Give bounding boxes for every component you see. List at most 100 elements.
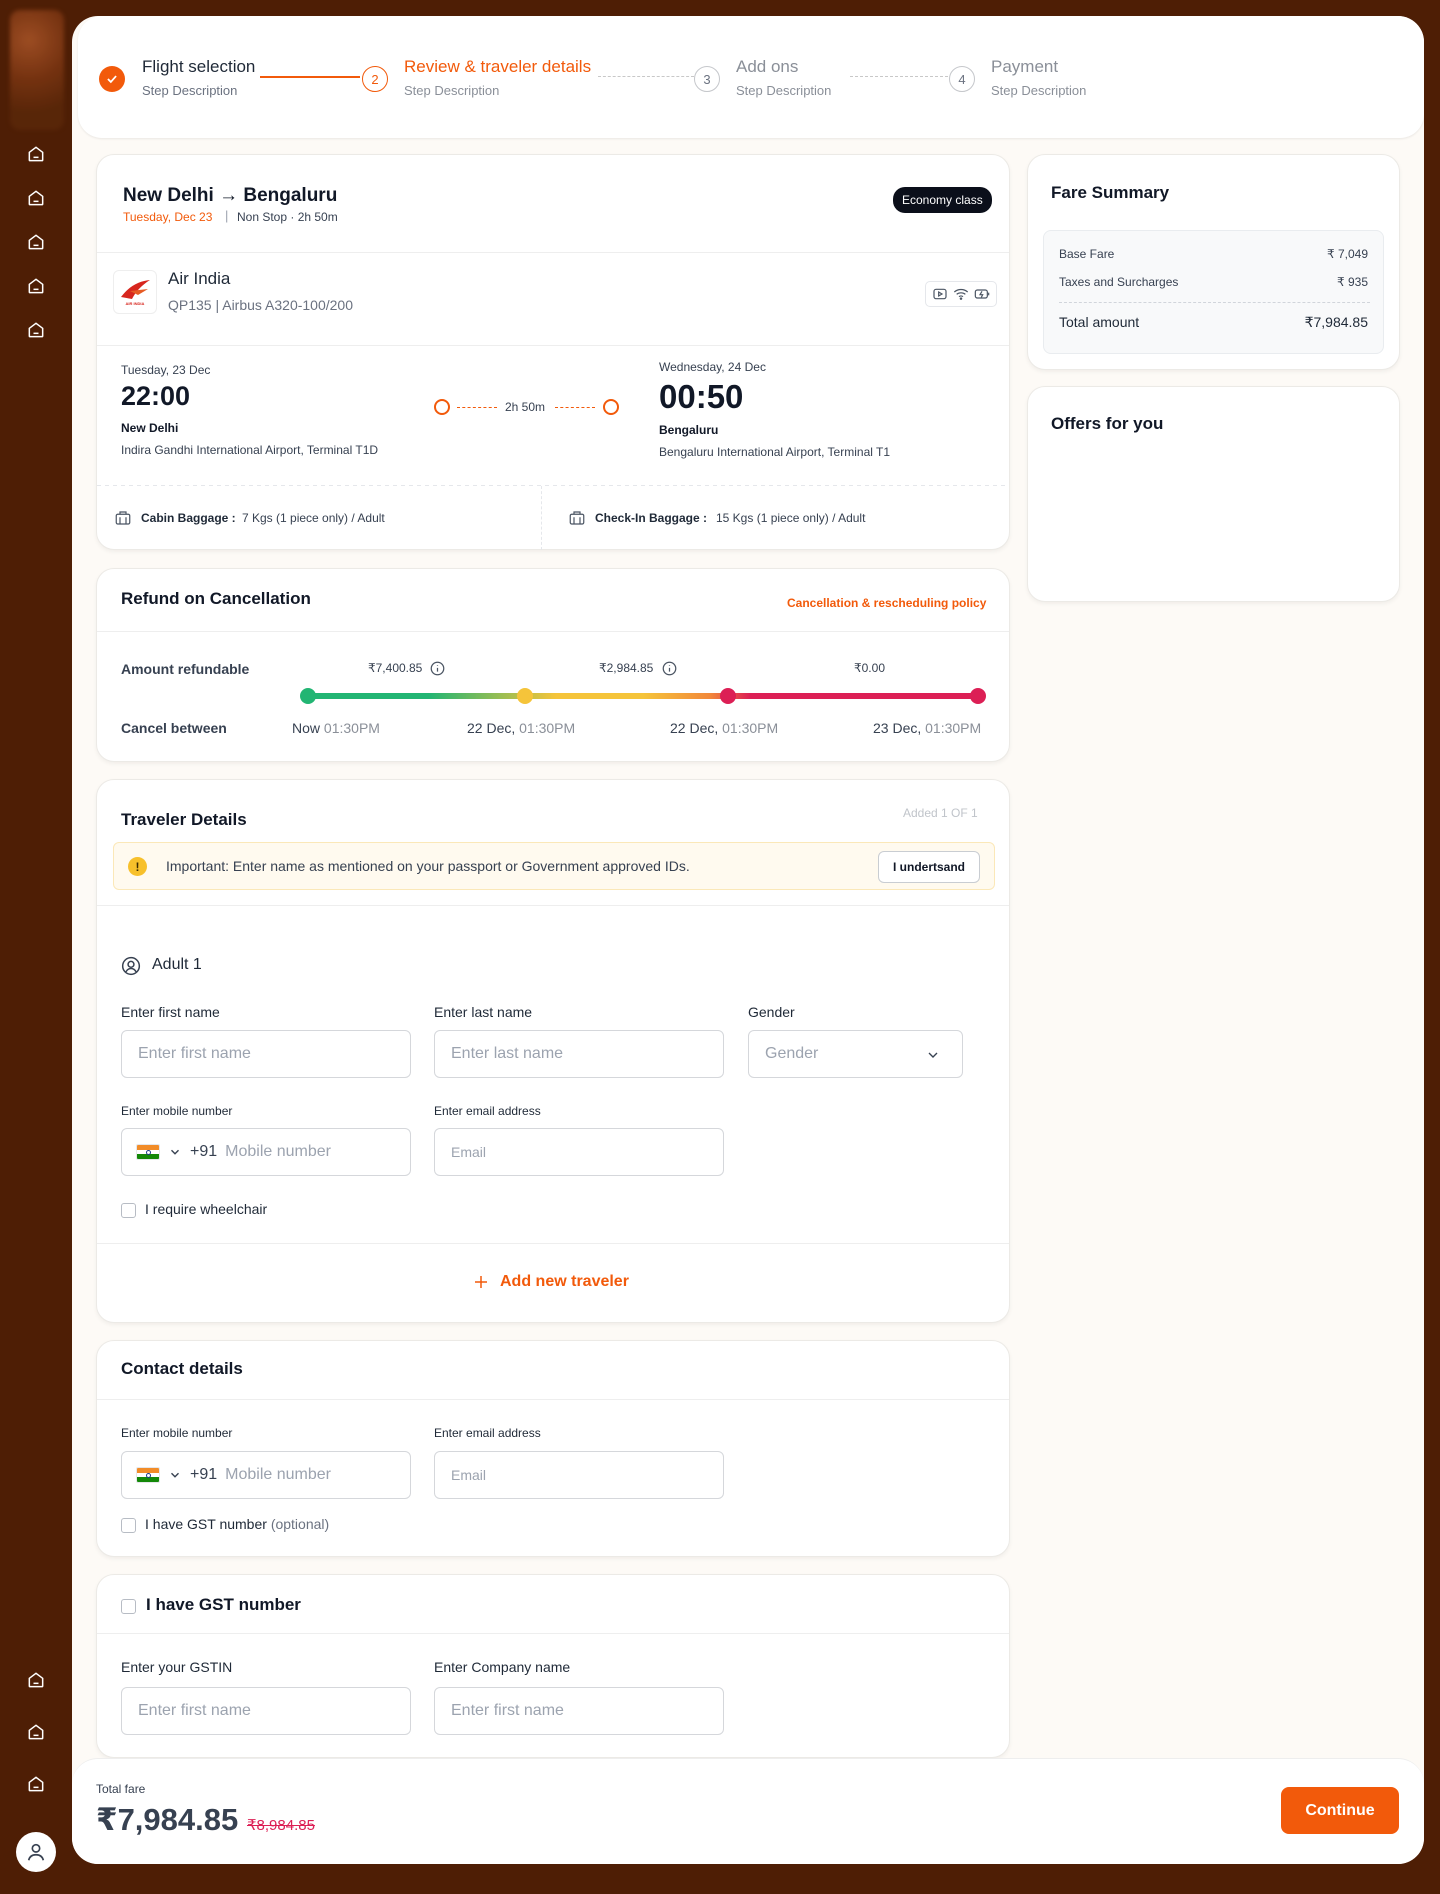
step-connector-done [260, 76, 360, 78]
checkin-baggage-label: Check-In Baggage : [595, 511, 708, 525]
departure-city: New Delhi [121, 421, 179, 435]
divider [97, 1633, 1009, 1634]
contact-mobile-label: Enter mobile number [121, 1426, 233, 1440]
wheelchair-label: I require wheelchair [145, 1201, 268, 1217]
country-code: +91 [190, 1466, 218, 1483]
plus-icon [475, 1276, 487, 1288]
notice-text: Important: Enter name as mentioned on yo… [166, 858, 690, 874]
step-3-title[interactable]: Add ons [736, 57, 798, 77]
cabin-baggage-value: 7 Kgs (1 piece only) / Adult [242, 511, 385, 525]
understand-button[interactable]: I undertsand [878, 851, 980, 883]
email-input[interactable]: Email [434, 1128, 724, 1176]
traveler-details-card: Traveler Details Added 1 OF 1 ! Importan… [96, 779, 1010, 1323]
checkin-baggage-value: 15 Kgs (1 piece only) / Adult [716, 511, 866, 525]
chevron-down-icon[interactable] [168, 1145, 182, 1159]
last-name-input[interactable]: Enter last name [434, 1030, 724, 1078]
departure-airport: Indira Gandhi International Airport, Ter… [121, 443, 379, 457]
home-icon[interactable] [25, 1669, 47, 1691]
class-badge: Economy class [893, 187, 992, 213]
added-count: Added 1 OF 1 [903, 806, 978, 820]
home-icon[interactable] [25, 187, 47, 209]
india-flag-icon[interactable] [136, 1467, 160, 1483]
cancel-time-4: 23 Dec, 01:30PM [873, 720, 982, 736]
first-name-label: Enter first name [121, 1004, 220, 1020]
refund-timeline-bar [308, 693, 978, 699]
wheelchair-checkbox[interactable] [121, 1203, 136, 1218]
booking-app: Flight selection Step Description 2 Revi… [72, 16, 1424, 1864]
stops-duration: Non Stop · 2h 50m [237, 210, 338, 224]
gstin-input[interactable]: Enter first name [121, 1687, 411, 1735]
add-traveler-button[interactable]: Add new traveler [472, 1273, 629, 1291]
timeline-dot [517, 688, 533, 704]
info-icon[interactable] [430, 661, 445, 676]
gst-title: I have GST number [146, 1595, 301, 1614]
airline-logo: AIR INDIA [113, 270, 157, 314]
continue-button[interactable]: Continue [1281, 1787, 1399, 1834]
checkin-baggage-icon [569, 511, 585, 525]
step-connector [850, 76, 948, 77]
base-fare-label: Base Fare [1059, 247, 1115, 261]
media-icon [933, 288, 947, 300]
arrival-city: Bengaluru [659, 423, 719, 437]
info-icon[interactable] [662, 661, 677, 676]
contact-title: Contact details [121, 1359, 243, 1378]
cancellation-policy-link[interactable]: Cancellation & rescheduling policy [787, 596, 986, 610]
departure-date: Tuesday, 23 Dec [121, 363, 211, 377]
step-1-title[interactable]: Flight selection [142, 57, 255, 77]
flight-details-card: New Delhi → Bengaluru Tuesday, Dec 23 | … [96, 154, 1010, 550]
separator: | [225, 208, 229, 223]
step-2-description: Step Description [404, 83, 500, 98]
user-avatar[interactable] [16, 1832, 56, 1872]
destination-marker [603, 399, 619, 415]
step-4-title[interactable]: Payment [991, 57, 1058, 77]
wifi-icon [953, 288, 969, 300]
mobile-label: Enter mobile number [121, 1104, 233, 1118]
step-3-description: Step Description [736, 83, 832, 98]
mobile-placeholder: Mobile number [225, 1466, 331, 1483]
divider [97, 1243, 1009, 1244]
step-2-title[interactable]: Review & traveler details [404, 57, 591, 77]
contact-email-input[interactable]: Email [434, 1451, 724, 1499]
user-circle-icon [121, 956, 141, 976]
cancel-between-label: Cancel between [121, 720, 227, 736]
sidebar [0, 0, 72, 1894]
amenities [925, 281, 997, 307]
step-connector [598, 76, 694, 77]
gst-section-checkbox[interactable] [121, 1599, 136, 1614]
base-fare-value: ₹ 7,049 [1327, 247, 1368, 261]
refund-title: Refund on Cancellation [121, 589, 311, 608]
company-name-label: Enter Company name [434, 1659, 571, 1675]
total-fare-label: Total fare [96, 1782, 146, 1796]
cabin-baggage-label: Cabin Baggage : [141, 511, 236, 525]
home-icon[interactable] [25, 275, 47, 297]
taxes-label: Taxes and Surcharges [1059, 275, 1179, 289]
india-flag-icon[interactable] [136, 1144, 160, 1160]
home-icon[interactable] [25, 143, 47, 165]
duration-line [457, 407, 497, 408]
mobile-input[interactable]: +91 Mobile number [121, 1128, 411, 1176]
step-3-number: 3 [694, 66, 720, 92]
offers-title: Offers for you [1051, 414, 1164, 433]
home-icon[interactable] [25, 319, 47, 341]
cancel-time-3: 22 Dec, 01:30PM [670, 720, 779, 736]
timeline-dot [720, 688, 736, 704]
home-icon[interactable] [25, 231, 47, 253]
refund-amount-3: ₹0.00 [854, 661, 885, 675]
amount-refundable-label: Amount refundable [121, 661, 250, 677]
total-amount-label: Total amount [1059, 314, 1140, 330]
refund-amount-2: ₹2,984.85 [599, 661, 654, 675]
divider [97, 905, 1009, 906]
first-name-input[interactable]: Enter first name [121, 1030, 411, 1078]
fare-summary-card: Fare Summary Base Fare ₹ 7,049 Taxes and… [1027, 154, 1400, 370]
total-fare-amount: ₹7,984.85 [96, 1802, 239, 1837]
gender-select[interactable]: Gender [748, 1030, 963, 1078]
home-icon[interactable] [25, 1773, 47, 1795]
company-name-input[interactable]: Enter first name [434, 1687, 724, 1735]
air-india-logo-icon [121, 279, 150, 299]
chevron-down-icon[interactable] [168, 1468, 182, 1482]
contact-mobile-input[interactable]: +91 Mobile number [121, 1451, 411, 1499]
home-icon[interactable] [25, 1721, 47, 1743]
progress-stepper: Flight selection Step Description 2 Revi… [78, 16, 1424, 138]
gst-checkbox[interactable] [121, 1518, 136, 1533]
arrival-airport: Bengaluru International Airport, Termina… [659, 445, 891, 459]
